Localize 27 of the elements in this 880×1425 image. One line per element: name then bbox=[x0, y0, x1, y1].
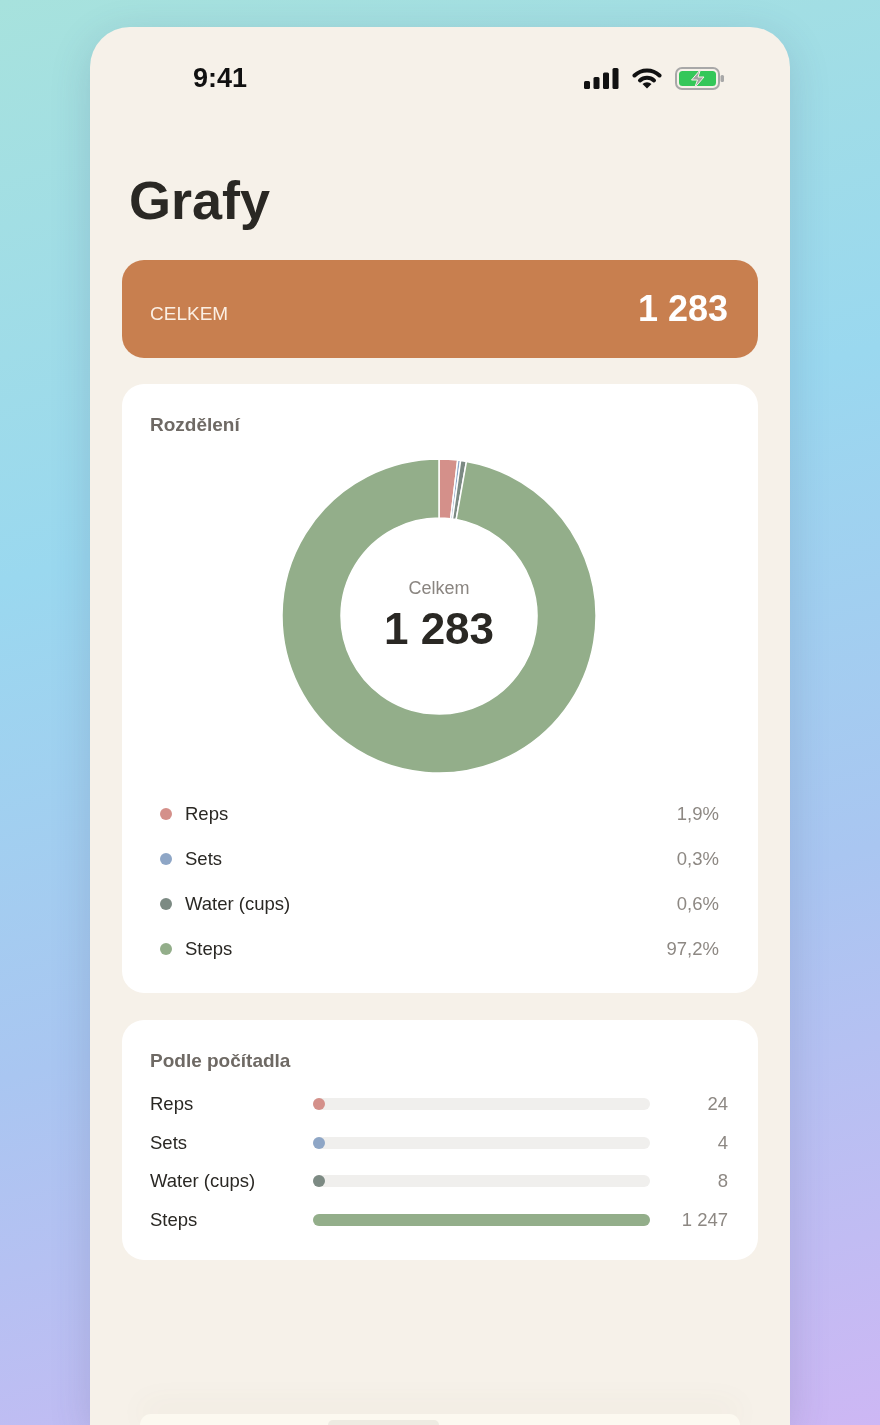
counter-label: Sets bbox=[150, 1131, 188, 1154]
legend-label: Steps bbox=[185, 937, 233, 960]
counter-label: Reps bbox=[150, 1093, 194, 1116]
counter-value: 8 bbox=[717, 1170, 728, 1193]
counter-label: Steps bbox=[150, 1208, 198, 1231]
card-title: Podle počítadla bbox=[150, 1049, 291, 1073]
battery-icon bbox=[675, 66, 725, 90]
total-value: 1 283 bbox=[637, 288, 728, 330]
legend-label: Sets bbox=[185, 847, 223, 870]
counter-value: 4 bbox=[717, 1131, 728, 1154]
card-title: Rozdělení bbox=[150, 413, 240, 437]
page-title: Grafy bbox=[129, 169, 271, 232]
counter-label: Water (cups) bbox=[150, 1170, 256, 1193]
legend-percent: 1,9% bbox=[676, 802, 719, 825]
status-time: 9:41 bbox=[193, 62, 248, 95]
legend-label: Water (cups) bbox=[185, 892, 291, 915]
wifi-icon bbox=[632, 67, 662, 89]
legend-percent: 97,2% bbox=[666, 937, 719, 960]
signal-icon bbox=[584, 67, 619, 89]
center-total: 1 283 bbox=[383, 603, 495, 655]
legend-percent: 0,3% bbox=[676, 847, 719, 870]
legend-percent: 0,6% bbox=[676, 892, 719, 915]
counter-value: 1 247 bbox=[681, 1208, 728, 1231]
counter-value: 24 bbox=[707, 1093, 728, 1116]
legend-label: Reps bbox=[185, 802, 229, 825]
center-label: Celkem bbox=[408, 577, 470, 599]
total-label: CELKEM bbox=[150, 303, 229, 325]
